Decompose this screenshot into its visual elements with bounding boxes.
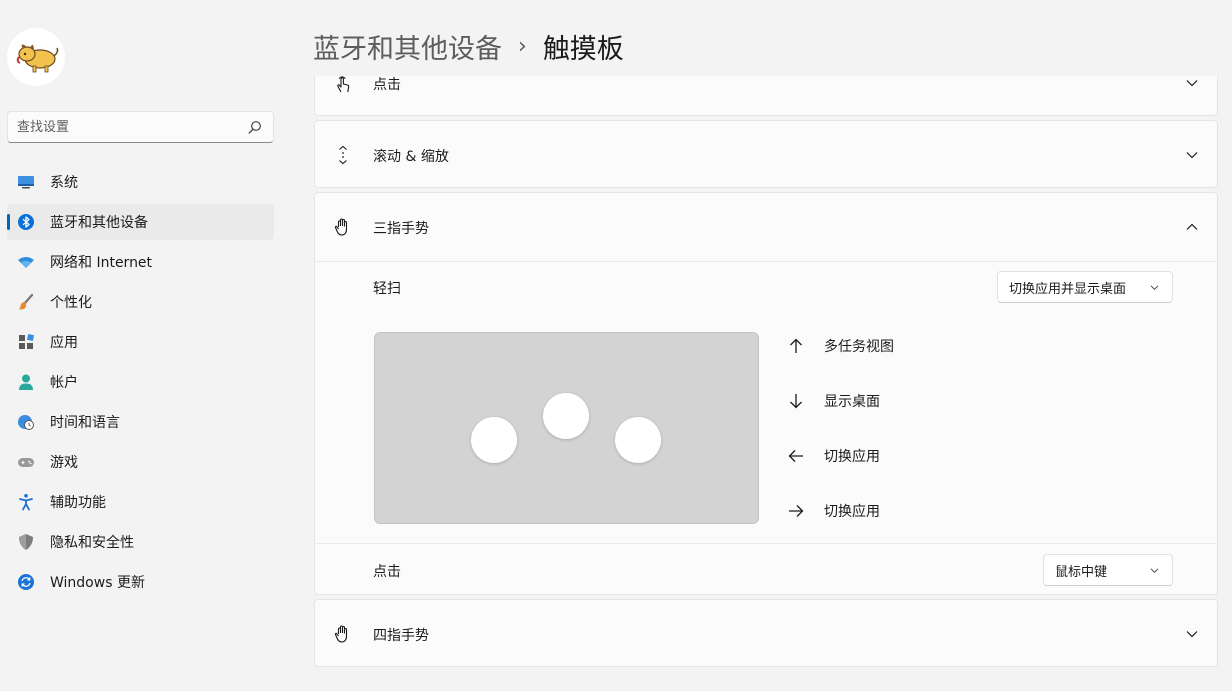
globe-clock-icon bbox=[18, 415, 34, 430]
divider bbox=[315, 543, 1217, 544]
accessibility-icon bbox=[19, 494, 33, 511]
update-icon bbox=[18, 574, 34, 590]
page-title: 触摸板 bbox=[542, 33, 624, 65]
finger-dot bbox=[543, 393, 589, 439]
gesture-left-label: 切换应用 bbox=[824, 449, 880, 465]
sidebar-item-accounts[interactable]: 帐户 bbox=[7, 364, 274, 400]
chevron-down-icon[interactable] bbox=[1185, 148, 1199, 162]
sidebar-item-label: 辅助功能 bbox=[50, 495, 106, 511]
gesture-right: 切换应用 bbox=[787, 499, 1087, 523]
arrow-left-icon bbox=[788, 450, 803, 462]
sidebar-item-apps[interactable]: 应用 bbox=[7, 324, 274, 360]
arrow-up-icon bbox=[790, 338, 802, 353]
scroll-arrows-icon bbox=[339, 145, 347, 165]
three-finger-header[interactable]: 三指手势 bbox=[315, 193, 1217, 261]
four-finger-title: 四指手势 bbox=[373, 628, 429, 644]
finger-dot bbox=[471, 417, 517, 463]
search-box[interactable] bbox=[7, 111, 274, 143]
sidebar-item-label: 网络和 Internet bbox=[50, 255, 153, 271]
monitor-icon bbox=[18, 176, 34, 189]
sidebar-item-system[interactable]: 系统 bbox=[7, 164, 274, 200]
finger-dot bbox=[615, 417, 661, 463]
sidebar: 系统 蓝牙和其他设备 网络和 Internet 个性化 bbox=[0, 0, 290, 691]
shield-icon bbox=[19, 534, 33, 550]
gesture-right-label: 切换应用 bbox=[824, 504, 880, 520]
sidebar-item-label: 个性化 bbox=[50, 295, 92, 311]
sidebar-item-privacy[interactable]: 隐私和安全性 bbox=[7, 524, 274, 560]
three-finger-title: 三指手势 bbox=[373, 221, 429, 237]
scroll-zoom-card[interactable]: 滚动 & 缩放 bbox=[314, 120, 1218, 188]
arrow-right-icon bbox=[789, 505, 804, 517]
avatar[interactable] bbox=[7, 28, 65, 86]
search-input[interactable] bbox=[17, 112, 237, 142]
sidebar-item-label: 游戏 bbox=[50, 455, 78, 471]
three-finger-tap-label: 点击 bbox=[373, 564, 401, 580]
sidebar-item-label: 帐户 bbox=[50, 375, 78, 391]
settings-content: 点击 滚动 & 缩放 三指手势 轻扫 切换应用并显示桌面 多任务视图 显示桌面 … bbox=[314, 76, 1218, 691]
swipe-dropdown-value: 切换应用并显示桌面 bbox=[1009, 281, 1127, 297]
gesture-down-label: 显示桌面 bbox=[824, 394, 880, 410]
touchpad-illustration bbox=[374, 332, 759, 524]
breadcrumb-separator: › bbox=[518, 33, 527, 59]
tap-card[interactable]: 点击 bbox=[314, 76, 1218, 116]
bluetooth-icon bbox=[18, 214, 34, 230]
hand-icon bbox=[334, 625, 348, 643]
sidebar-item-gaming[interactable]: 游戏 bbox=[7, 444, 274, 480]
apps-icon bbox=[19, 333, 35, 349]
account-icon bbox=[19, 374, 33, 390]
chevron-down-icon[interactable] bbox=[1185, 76, 1199, 90]
four-finger-card[interactable]: 四指手势 bbox=[314, 599, 1218, 667]
sidebar-item-label: 时间和语言 bbox=[50, 415, 120, 431]
gesture-up: 多任务视图 bbox=[787, 334, 1087, 358]
three-finger-card: 三指手势 轻扫 切换应用并显示桌面 多任务视图 显示桌面 切换应用 切换应用 点… bbox=[314, 192, 1218, 595]
sidebar-item-label: 系统 bbox=[50, 175, 78, 191]
sidebar-item-label: 应用 bbox=[50, 335, 78, 351]
gesture-up-label: 多任务视图 bbox=[824, 339, 894, 355]
sidebar-item-personalization[interactable]: 个性化 bbox=[7, 284, 274, 320]
dog-avatar-icon bbox=[7, 28, 65, 86]
chevron-up-icon[interactable] bbox=[1185, 220, 1199, 234]
sidebar-item-time-language[interactable]: 时间和语言 bbox=[7, 404, 274, 440]
wifi-icon bbox=[18, 257, 34, 268]
hand-icon bbox=[334, 218, 348, 236]
swipe-label: 轻扫 bbox=[373, 281, 401, 297]
chevron-down-icon bbox=[1150, 568, 1159, 574]
sidebar-item-label: 蓝牙和其他设备 bbox=[50, 215, 148, 231]
tap-dropdown-value: 鼠标中键 bbox=[1055, 564, 1108, 580]
tap-dropdown[interactable]: 鼠标中键 bbox=[1043, 554, 1173, 586]
divider bbox=[315, 261, 1217, 262]
gesture-left: 切换应用 bbox=[787, 444, 1087, 468]
sidebar-item-network[interactable]: 网络和 Internet bbox=[7, 244, 274, 280]
chevron-down-icon[interactable] bbox=[1185, 627, 1199, 641]
brush-icon bbox=[18, 293, 34, 310]
sidebar-item-label: Windows 更新 bbox=[50, 575, 145, 591]
chevron-down-icon bbox=[1150, 285, 1159, 291]
sidebar-item-label: 隐私和安全性 bbox=[50, 535, 134, 551]
nav-list: 系统 蓝牙和其他设备 网络和 Internet 个性化 应用 帐户 时间和语言 … bbox=[7, 164, 274, 604]
breadcrumb-parent[interactable]: 蓝牙和其他设备 bbox=[313, 27, 502, 66]
search-icon[interactable] bbox=[248, 120, 262, 134]
breadcrumb: 蓝牙和其他设备 › 触摸板 bbox=[313, 26, 624, 66]
tap-title: 点击 bbox=[373, 77, 401, 93]
scroll-zoom-title: 滚动 & 缩放 bbox=[373, 149, 449, 165]
sidebar-item-accessibility[interactable]: 辅助功能 bbox=[7, 484, 274, 520]
swipe-dropdown[interactable]: 切换应用并显示桌面 bbox=[997, 271, 1173, 303]
gamepad-icon bbox=[18, 458, 34, 467]
tap-hand-icon bbox=[337, 76, 350, 93]
sidebar-item-windows-update[interactable]: Windows 更新 bbox=[7, 564, 274, 600]
arrow-down-icon bbox=[790, 394, 802, 409]
sidebar-item-bluetooth[interactable]: 蓝牙和其他设备 bbox=[7, 204, 274, 240]
gesture-down: 显示桌面 bbox=[787, 389, 1087, 413]
